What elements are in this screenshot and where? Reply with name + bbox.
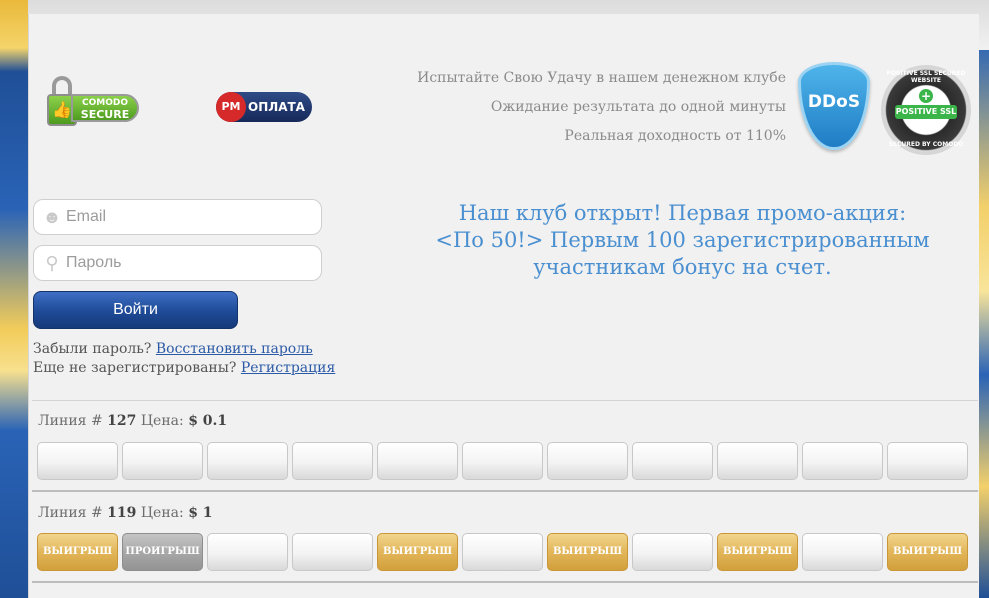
- promo-line-2: <По 50!> Первым 100 зарегистрированным: [435, 228, 930, 252]
- promo-line-3: участникам бонус на счет.: [533, 255, 832, 279]
- tagline-1: Испытайте Свою Удачу в нашем денежном кл…: [417, 70, 786, 86]
- ssl-plus-icon: +: [919, 89, 933, 103]
- tagline-2: Ожидание результата до одной минуты: [490, 99, 786, 115]
- line-cell[interactable]: [207, 442, 288, 480]
- line-cell[interactable]: [122, 442, 203, 480]
- line-cell[interactable]: [292, 533, 373, 571]
- line-cell[interactable]: [717, 442, 798, 480]
- password-input[interactable]: [66, 246, 316, 280]
- price-label: Цена:: [140, 413, 184, 429]
- line-cell-win[interactable]: ВЫИГРЫШ: [887, 533, 968, 571]
- line-cell-win[interactable]: ВЫИГРЫШ: [37, 533, 118, 571]
- email-field[interactable]: ☻: [33, 199, 322, 235]
- login-help: Забыли пароль? Восстановить пароль Еще н…: [33, 340, 335, 378]
- shield-icon: DDoS: [798, 62, 870, 150]
- line-prefix: Линия #: [38, 413, 103, 429]
- pm-payment-label: ОПЛАТА: [248, 100, 305, 114]
- line-cell[interactable]: [632, 533, 713, 571]
- ssl-ring-top-text: POSITIVE SSL SECURED WEBSITE: [886, 70, 966, 84]
- line-number: 119: [107, 505, 137, 521]
- positive-ssl-seal: POSITIVE SSL SECURED WEBSITE + POSITIVE …: [881, 65, 971, 155]
- register-link[interactable]: Регистрация: [241, 360, 335, 376]
- ssl-ring-bottom-text: SECURED BY COMODO: [888, 141, 964, 148]
- price-label: Цена:: [140, 505, 184, 521]
- line-cell-win[interactable]: ВЫИГРЫШ: [377, 533, 458, 571]
- key-icon: ⚲: [45, 253, 59, 273]
- password-field[interactable]: ⚲: [33, 245, 322, 281]
- line-cell[interactable]: [377, 442, 458, 480]
- line-cell[interactable]: [292, 442, 373, 480]
- line-cell[interactable]: [887, 442, 968, 480]
- forgot-password-row: Забыли пароль? Восстановить пароль: [33, 340, 335, 359]
- line-cells-119: ВЫИГРЫШ ПРОИГРЫШ ВЫИГРЫШ ВЫИГРЫШ ВЫИГРЫШ…: [37, 533, 968, 571]
- line-price: $ 1: [188, 505, 213, 521]
- ddos-protection-badge: DDoS: [798, 62, 870, 152]
- not-registered-text: Еще не зарегистрированы?: [33, 360, 237, 376]
- comodo-secure-badge: 👍 COMODO SECURE: [45, 76, 141, 128]
- tagline-3: Реальная доходность от 110%: [564, 128, 786, 144]
- line-cell[interactable]: [462, 442, 543, 480]
- line-cell[interactable]: [37, 442, 118, 480]
- restore-password-link[interactable]: Восстановить пароль: [156, 341, 313, 357]
- line-number: 127: [107, 413, 137, 429]
- promo-text: Наш клуб открыт! Первая промо-акция: <По…: [410, 200, 955, 281]
- line-title: Линия # 119 Цена: $ 1: [38, 505, 213, 521]
- taglines: Испытайте Свою Удачу в нашем денежном кл…: [417, 64, 786, 151]
- pm-logo-icon: PM: [216, 92, 246, 122]
- divider: [32, 581, 978, 583]
- divider: [32, 400, 978, 401]
- login-button[interactable]: Войти: [33, 291, 238, 329]
- line-cell-lose[interactable]: ПРОИГРЫШ: [122, 533, 203, 571]
- line-title: Линия # 127 Цена: $ 0.1: [38, 413, 227, 429]
- line-cell[interactable]: [547, 442, 628, 480]
- line-cell[interactable]: [462, 533, 543, 571]
- forgot-password-text: Забыли пароль?: [33, 341, 152, 357]
- line-prefix: Линия #: [38, 505, 103, 521]
- user-icon: ☻: [42, 207, 62, 227]
- ssl-name: POSITIVE SSL: [895, 105, 957, 119]
- line-cell[interactable]: [802, 442, 883, 480]
- line-cells-127: [37, 442, 968, 480]
- register-row: Еще не зарегистрированы? Регистрация: [33, 359, 335, 378]
- comodo-badge-line2: SECURE: [80, 108, 130, 121]
- divider: [32, 490, 978, 492]
- line-cell[interactable]: [207, 533, 288, 571]
- perfect-money-badge: PM ОПЛАТА: [216, 92, 312, 122]
- background-left-decoration: [0, 0, 30, 598]
- promo-line-1: Наш клуб открыт! Первая промо-акция:: [458, 201, 907, 225]
- line-cell[interactable]: [802, 533, 883, 571]
- line-cell[interactable]: [632, 442, 713, 480]
- email-input[interactable]: [66, 200, 316, 234]
- line-cell-win[interactable]: ВЫИГРЫШ: [547, 533, 628, 571]
- line-cell-win[interactable]: ВЫИГРЫШ: [717, 533, 798, 571]
- line-price: $ 0.1: [188, 413, 228, 429]
